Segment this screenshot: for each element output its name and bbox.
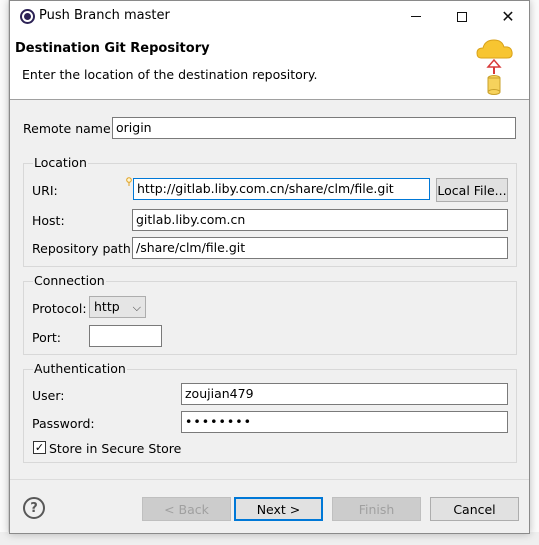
repository-path-field[interactable]: /share/clm/file.git <box>132 237 508 259</box>
wizard-body: Remote name: origin Location URI: http:/… <box>10 101 529 479</box>
cloud-push-icon <box>476 39 513 95</box>
wizard-header: Destination Git Repository Enter the loc… <box>10 32 529 100</box>
password-label: Password: <box>32 416 95 431</box>
protocol-select[interactable]: http ⌵ <box>89 296 146 318</box>
uri-label: URI: <box>32 183 58 198</box>
finish-button[interactable]: Finish <box>332 497 421 521</box>
connection-group-title: Connection <box>33 273 106 288</box>
help-icon[interactable]: ? <box>23 497 45 519</box>
page-description: Enter the location of the destination re… <box>22 67 318 82</box>
protocol-value: http <box>94 299 120 314</box>
window-title: Push Branch master <box>39 8 170 23</box>
maximize-button[interactable] <box>439 1 485 32</box>
footer-separator <box>10 479 529 480</box>
local-file-button[interactable]: Local File... <box>436 178 508 202</box>
page-title: Destination Git Repository <box>15 41 210 56</box>
next-button[interactable]: Next > <box>234 497 323 521</box>
minimize-icon <box>411 16 421 17</box>
host-label: Host: <box>32 213 65 228</box>
password-field[interactable]: •••••••• <box>181 411 508 433</box>
uri-field[interactable]: http://gitlab.liby.com.cn/share/clm/file… <box>133 178 430 200</box>
content-assist-icon <box>126 177 132 186</box>
remote-name-label: Remote name: <box>23 121 115 136</box>
location-group-title: Location <box>33 155 88 170</box>
authentication-group-title: Authentication <box>33 361 127 376</box>
port-field[interactable] <box>89 325 162 347</box>
cancel-button[interactable]: Cancel <box>430 497 519 521</box>
eclipse-icon <box>20 9 35 24</box>
repository-path-label: Repository path: <box>32 241 136 256</box>
minimize-button[interactable] <box>393 1 439 32</box>
maximize-icon <box>457 11 467 22</box>
chevron-down-icon: ⌵ <box>132 301 141 314</box>
close-icon: ✕ <box>501 6 515 26</box>
title-bar: Push Branch master ✕ <box>10 1 529 32</box>
store-secure-label[interactable]: Store in Secure Store <box>49 441 181 456</box>
background-editor-gutter <box>0 0 9 545</box>
user-label: User: <box>32 388 65 403</box>
port-label: Port: <box>32 330 61 345</box>
close-button[interactable]: ✕ <box>485 1 531 32</box>
store-secure-checkbox[interactable]: ✓ <box>33 441 46 454</box>
remote-name-field[interactable]: origin <box>112 117 516 139</box>
user-field[interactable]: zoujian479 <box>181 383 508 405</box>
back-button[interactable]: < Back <box>142 497 231 521</box>
host-field[interactable]: gitlab.liby.com.cn <box>132 209 508 231</box>
protocol-label: Protocol: <box>32 301 87 316</box>
push-branch-dialog: Push Branch master ✕ Destination Git Rep… <box>9 0 530 534</box>
